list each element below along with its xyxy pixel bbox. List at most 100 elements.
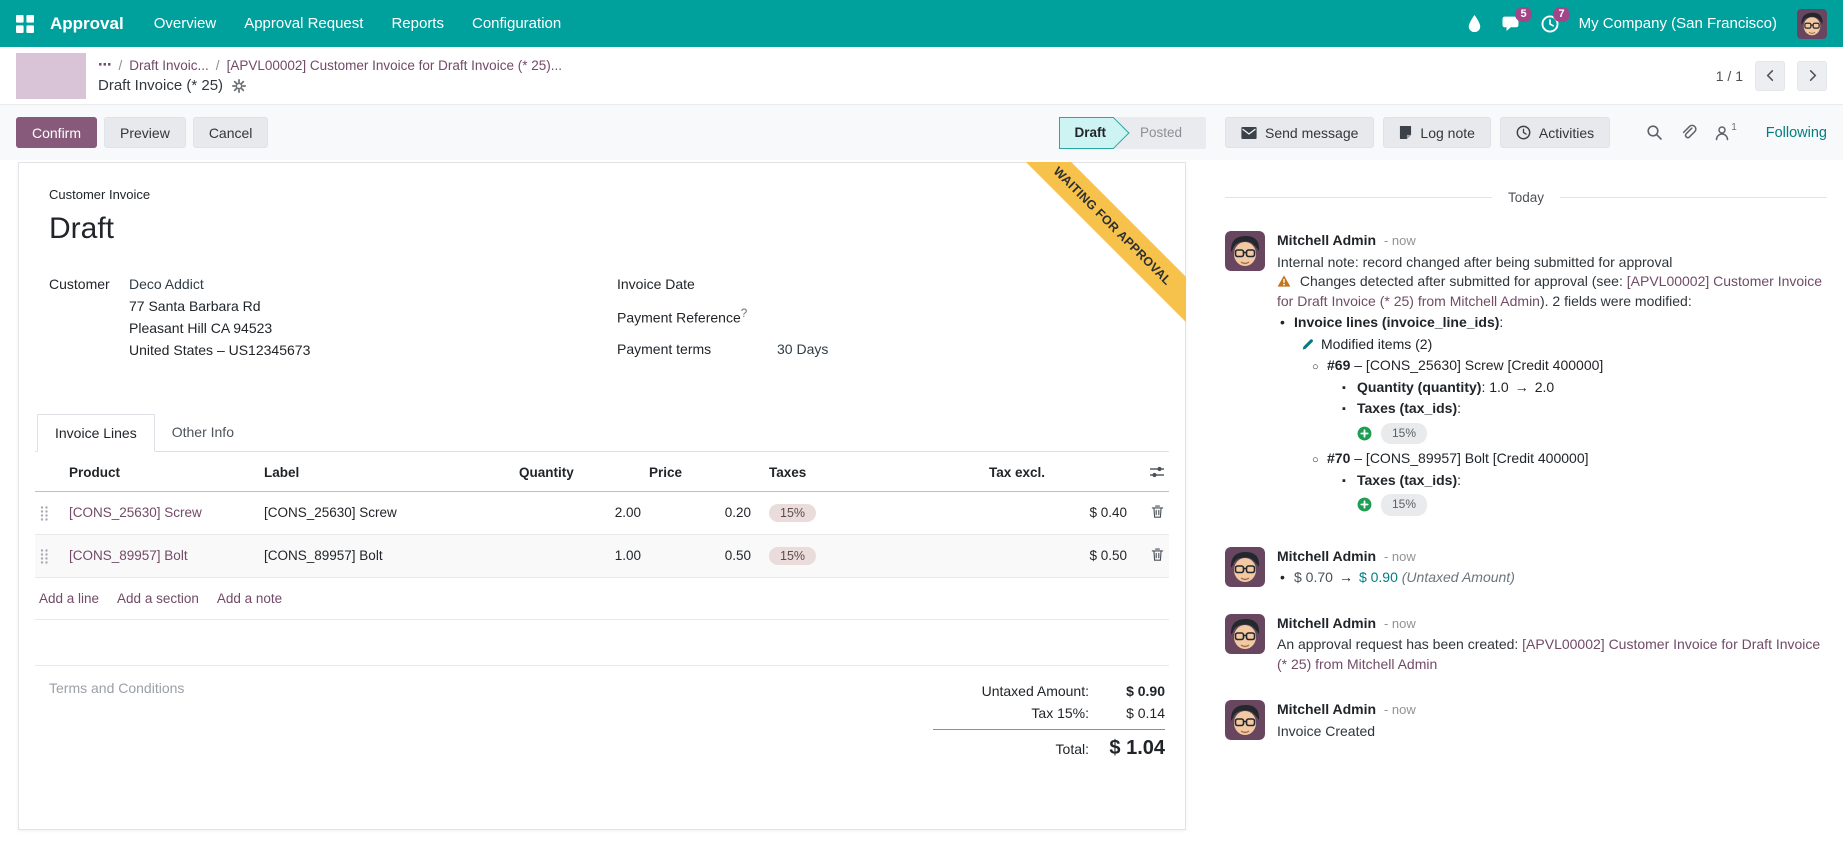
untaxed-amount-value: $ 0.90 [1103, 683, 1165, 699]
invoice-line-row[interactable]: [CONS_25630] Screw [CONS_25630] Screw 2.… [35, 491, 1169, 534]
log-note-button[interactable]: Log note [1383, 117, 1491, 148]
search-messages-icon[interactable] [1646, 124, 1663, 141]
chatter-message: Mitchell Admin - now Invoice Created [1225, 700, 1827, 741]
delete-line-icon[interactable] [1150, 504, 1165, 519]
customer-address-line: United States – US12345673 [129, 342, 310, 358]
menu-overview[interactable]: Overview [154, 15, 217, 32]
document-title: Draft [49, 212, 1169, 246]
tax-added-line: 15% [1277, 494, 1827, 516]
line-price-cell[interactable]: 0.50 [645, 534, 755, 577]
message-author: Mitchell Admin [1277, 615, 1376, 631]
preview-button[interactable]: Preview [104, 117, 186, 148]
pager-next-button[interactable] [1797, 61, 1827, 91]
taxes-change-line: Taxes (tax_ids): [1277, 399, 1827, 419]
message-warning-line: Changes detected after submitted for app… [1277, 272, 1827, 311]
customer-address-line: Pleasant Hill CA 94523 [129, 320, 310, 336]
message-text: An approval request has been created: [A… [1277, 635, 1827, 674]
line-subtotal-cell: $ 0.50 [985, 534, 1131, 577]
handle-column-header [35, 452, 65, 492]
chatter-panel: Today Mitchell Admin - now Internal note… [1205, 160, 1843, 741]
payment-terms-label: Payment terms [617, 341, 777, 357]
payment-terms-value[interactable]: 30 Days [777, 341, 828, 357]
breadcrumb-parent-list[interactable]: Draft Invoic... [129, 58, 209, 73]
messages-icon[interactable]: 5 [1501, 15, 1521, 32]
confirm-button[interactable]: Confirm [16, 117, 97, 148]
send-message-button[interactable]: Send message [1225, 117, 1374, 148]
gear-icon[interactable] [232, 79, 246, 93]
delete-line-icon[interactable] [1150, 547, 1165, 562]
tax-added-line: 15% [1277, 423, 1827, 445]
author-avatar [1225, 614, 1265, 654]
tax-tag[interactable]: 15% [769, 547, 816, 565]
menu-approval-request[interactable]: Approval Request [244, 15, 363, 32]
date-divider: Today [1225, 190, 1827, 205]
product-link[interactable]: [CONS_25630] Screw [69, 505, 202, 520]
company-switcher[interactable]: My Company (San Francisco) [1579, 15, 1777, 32]
add-line-link[interactable]: Add a line [39, 591, 99, 606]
payment-reference-label: Payment Reference? [617, 307, 777, 326]
invoice-lines-table: Product Label Quantity Price Taxes Tax e… [35, 452, 1169, 578]
demo-data-droplet-icon[interactable] [1468, 15, 1481, 32]
customer-name-link[interactable]: Deco Addict [129, 276, 204, 292]
message-author: Mitchell Admin [1277, 232, 1376, 248]
pager-previous-button[interactable] [1755, 61, 1785, 91]
column-header-quantity[interactable]: Quantity [515, 452, 645, 492]
envelope-icon [1241, 127, 1257, 139]
action-bar: Confirm Preview Cancel Draft Posted Send… [0, 105, 1843, 160]
status-draft[interactable]: Draft [1059, 117, 1114, 149]
terms-and-conditions-placeholder[interactable]: Terms and Conditions [49, 680, 184, 763]
menu-reports[interactable]: Reports [391, 15, 444, 32]
author-avatar [1225, 231, 1265, 271]
menu-configuration[interactable]: Configuration [472, 15, 561, 32]
messages-badge: 5 [1515, 7, 1531, 22]
column-header-label[interactable]: Label [260, 452, 515, 492]
column-header-product[interactable]: Product [65, 452, 260, 492]
line-quantity-cell[interactable]: 2.00 [515, 491, 645, 534]
chatter-message: Mitchell Admin - now An approval request… [1225, 614, 1827, 675]
breadcrumb-current: Draft Invoice (* 25) [98, 77, 223, 94]
tab-other-info[interactable]: Other Info [155, 414, 251, 451]
tracked-field-line: Invoice lines (invoice_line_ids): [1277, 313, 1827, 333]
add-note-link[interactable]: Add a note [217, 591, 282, 606]
drag-handle-icon[interactable] [39, 505, 61, 521]
tax-label: Tax 15%: [1031, 705, 1089, 721]
column-header-price[interactable]: Price [645, 452, 755, 492]
main-menu: Overview Approval Request Reports Config… [154, 15, 562, 32]
column-header-tax-excl[interactable]: Tax excl. [985, 452, 1131, 492]
total-value: $ 1.04 [1103, 737, 1165, 760]
column-header-taxes[interactable]: Taxes [755, 452, 985, 492]
tab-invoice-lines[interactable]: Invoice Lines [37, 414, 155, 452]
notebook-tabs: Invoice Lines Other Info [35, 414, 1169, 452]
apps-menu-icon[interactable] [16, 15, 34, 33]
value-change-line: $ 0.70→$ 0.90 (Untaxed Amount) [1277, 568, 1515, 588]
record-thumbnail [16, 53, 86, 99]
navbar-systray: 5 7 My Company (San Francisco) [1468, 9, 1827, 39]
author-avatar [1225, 700, 1265, 740]
message-subject: Internal note: record changed after bein… [1277, 253, 1827, 273]
plus-circle-icon [1357, 426, 1372, 441]
line-quantity-cell[interactable]: 1.00 [515, 534, 645, 577]
product-link[interactable]: [CONS_89957] Bolt [69, 548, 188, 563]
app-name[interactable]: Approval [50, 14, 124, 34]
breadcrumb-overflow[interactable]: ⋯ [98, 57, 112, 73]
invoice-date-label: Invoice Date [617, 276, 777, 292]
user-menu-avatar[interactable] [1797, 9, 1827, 39]
followers-icon[interactable]: 1 [1714, 125, 1737, 141]
cancel-button[interactable]: Cancel [193, 117, 269, 148]
add-section-link[interactable]: Add a section [117, 591, 199, 606]
taxes-change-line: Taxes (tax_ids): [1277, 471, 1827, 491]
tax-tag[interactable]: 15% [769, 504, 816, 522]
change-arrow: → [1515, 379, 1529, 395]
optional-columns-icon[interactable] [1131, 452, 1169, 492]
line-price-cell[interactable]: 0.20 [645, 491, 755, 534]
activities-button[interactable]: Activities [1500, 117, 1610, 148]
following-toggle[interactable]: Following [1766, 125, 1827, 141]
attachments-paperclip-icon[interactable] [1680, 124, 1697, 141]
form-view: WAITING FOR APPROVAL Customer Invoice Dr… [0, 160, 1205, 830]
drag-handle-icon[interactable] [39, 548, 61, 564]
line-label-cell[interactable]: [CONS_25630] Screw [260, 491, 515, 534]
invoice-line-row[interactable]: [CONS_89957] Bolt [CONS_89957] Bolt 1.00… [35, 534, 1169, 577]
line-label-cell[interactable]: [CONS_89957] Bolt [260, 534, 515, 577]
activities-clock-icon[interactable]: 7 [1541, 15, 1559, 33]
breadcrumb-parent-request[interactable]: [APVL00002] Customer Invoice for Draft I… [227, 58, 562, 73]
